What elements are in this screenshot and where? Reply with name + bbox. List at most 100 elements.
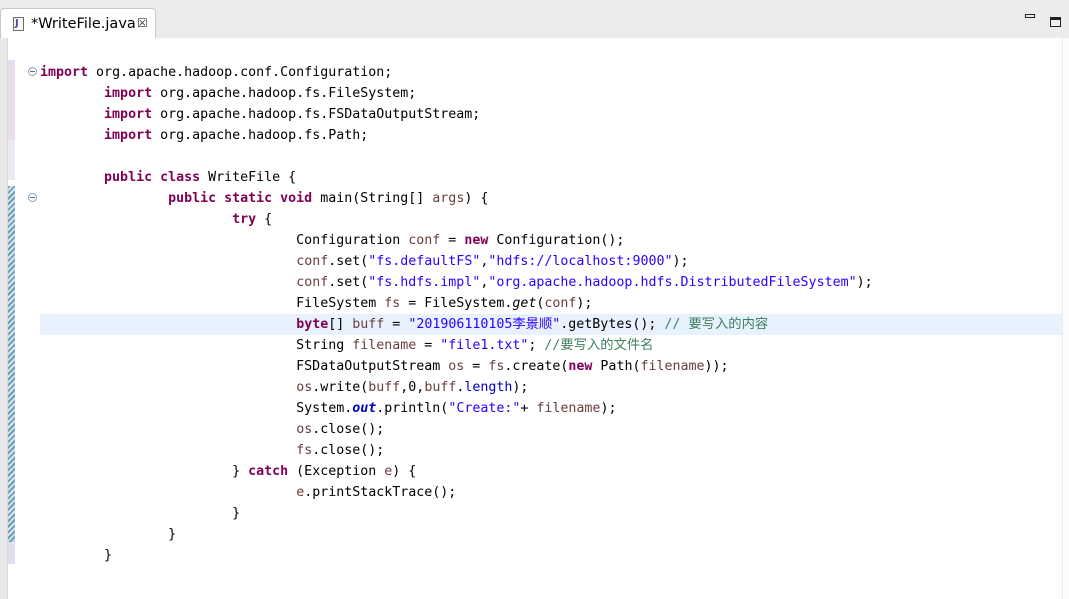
code-token: fs (296, 443, 313, 458)
code-token: .close(); (312, 422, 385, 437)
fold-collapse-icon[interactable] (28, 67, 37, 76)
code-token: } (40, 548, 113, 563)
code-line[interactable]: Configuration conf = new Configuration()… (40, 230, 1062, 251)
code-line[interactable]: import org.apache.hadoop.fs.FSDataOutput… (40, 104, 1062, 125)
code-line[interactable] (40, 146, 1062, 167)
code-line[interactable]: import org.apache.hadoop.conf.Configurat… (40, 62, 1062, 83)
code-line[interactable]: import org.apache.hadoop.fs.FileSystem; (40, 83, 1062, 104)
code-token: + (520, 401, 537, 416)
code-line[interactable]: e.printStackTrace(); (40, 482, 1062, 503)
overview-ruler[interactable] (1062, 38, 1069, 599)
code-line[interactable]: } (40, 524, 1062, 545)
quick-diff-marker (8, 542, 15, 564)
code-token: buff (368, 380, 401, 395)
code-token: fs (384, 296, 401, 311)
code-text[interactable]: import org.apache.hadoop.conf.Configurat… (40, 62, 1062, 566)
tab-writefile-java[interactable]: J *WriteFile.java ☒ (0, 8, 156, 38)
code-line[interactable]: } (40, 545, 1062, 566)
code-line[interactable]: import org.apache.hadoop.fs.Path; (40, 125, 1062, 146)
code-token: ); (856, 275, 873, 290)
code-token: = (464, 359, 489, 374)
code-token: FSDataOutputStream (40, 359, 449, 374)
code-token: ); (512, 380, 529, 395)
code-token: "org.apache.hadoop.hdfs.DistributedFileS… (488, 275, 857, 290)
quick-diff-marker (8, 60, 15, 140)
code-token: import (104, 107, 153, 122)
code-line[interactable]: FSDataOutputStream os = fs.create(new Pa… (40, 356, 1062, 377)
quick-diff-marker (8, 140, 15, 180)
minimize-icon[interactable] (1025, 14, 1035, 18)
code-token: ); (600, 401, 617, 416)
code-token: new (464, 233, 489, 248)
code-line[interactable]: public class WriteFile { (40, 167, 1062, 188)
close-icon[interactable]: ☒ (137, 15, 148, 31)
code-token: .create( (504, 359, 569, 374)
code-line[interactable]: byte[] buff = "201906110105李景顺".getBytes… (40, 314, 1062, 335)
code-token: "fs.hdfs.impl" (368, 275, 481, 290)
code-line[interactable]: public static void main(String[] args) { (40, 188, 1062, 209)
code-token: buff (424, 380, 457, 395)
quick-diff-marker (8, 186, 15, 542)
code-line[interactable]: System.out.println("Create:"+ filename); (40, 398, 1062, 419)
java-file-icon: J (13, 17, 24, 31)
code-token: "file1.txt" (440, 338, 529, 353)
code-token: buff (352, 317, 385, 332)
change-ruler (8, 58, 21, 598)
code-token: public class (104, 170, 201, 185)
code-token: ; (528, 338, 545, 353)
code-line[interactable]: } catch (Exception e) { (40, 461, 1062, 482)
code-line[interactable]: try { (40, 209, 1062, 230)
code-token: String (40, 338, 353, 353)
code-token: length (464, 380, 513, 395)
code-line[interactable]: os.write(buff,0,buff.length); (40, 377, 1062, 398)
fold-collapse-icon[interactable] (28, 193, 37, 202)
tab-title: *WriteFile.java (31, 16, 136, 32)
code-token: "201906110105李景顺" (408, 317, 561, 332)
code-token: org.apache.hadoop.conf.Configuration; (88, 65, 393, 80)
code-token: = (384, 317, 409, 332)
code-line[interactable]: fs.close(); (40, 440, 1062, 461)
code-token: import (40, 65, 89, 80)
code-line[interactable]: conf.set("fs.hdfs.impl","org.apache.hado… (40, 272, 1062, 293)
code-token: = (440, 233, 465, 248)
code-line[interactable]: os.close(); (40, 419, 1062, 440)
code-token: import (104, 86, 153, 101)
code-token: .println( (376, 401, 449, 416)
maximize-icon[interactable] (1050, 17, 1061, 27)
code-token: os (296, 422, 313, 437)
code-line[interactable]: } (40, 503, 1062, 524)
code-line[interactable]: FileSystem fs = FileSystem.get(conf); (40, 293, 1062, 314)
code-token: catch (248, 464, 289, 479)
code-token: e (296, 485, 305, 500)
code-token: filename (536, 401, 601, 416)
code-token: } (40, 464, 249, 479)
code-token: ) { (464, 191, 489, 206)
code-token: { (256, 212, 273, 227)
code-token: org.apache.hadoop.fs.FSDataOutputStream; (152, 107, 481, 122)
code-token: "hdfs://localhost:9000" (488, 254, 673, 269)
code-token: os (296, 380, 313, 395)
code-token: conf (408, 233, 441, 248)
code-token: [] (328, 317, 353, 332)
code-token: try (232, 212, 257, 227)
code-token: ); (576, 296, 593, 311)
code-token: = FileSystem. (400, 296, 513, 311)
code-token: Path( (592, 359, 641, 374)
code-token: WriteFile { (200, 170, 297, 185)
code-token: Configuration (40, 233, 409, 248)
code-line[interactable]: String filename = "file1.txt"; //要写入的文件名 (40, 335, 1062, 356)
code-token: org.apache.hadoop.fs.Path; (152, 128, 369, 143)
code-token: public static void (168, 191, 313, 206)
code-line[interactable]: conf.set("fs.defaultFS","hdfs://localhos… (40, 251, 1062, 272)
code-token: org.apache.hadoop.fs.FileSystem; (152, 86, 417, 101)
